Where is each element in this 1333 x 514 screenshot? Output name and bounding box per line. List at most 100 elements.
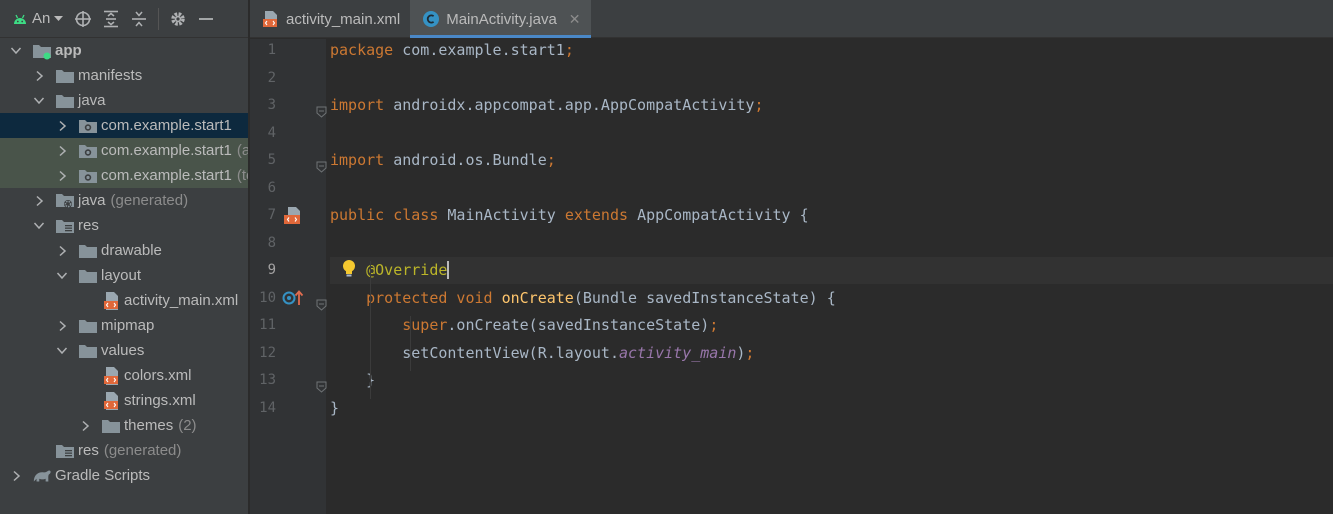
chevron-right-icon[interactable] (56, 113, 68, 138)
gutter-line[interactable]: 8 (250, 230, 326, 257)
code-line[interactable] (330, 230, 1333, 257)
tree-item-values[interactable]: values (0, 338, 248, 363)
code-line[interactable] (330, 65, 1333, 92)
gutter-line[interactable]: 6 (250, 175, 326, 202)
tree-item-colors-xml[interactable]: colors.xml (0, 363, 248, 388)
code-line[interactable] (330, 175, 1333, 202)
chevron-right-icon[interactable] (10, 463, 22, 488)
gutter-line[interactable]: 11 (250, 312, 326, 339)
gutter-line[interactable]: 9 (250, 257, 326, 284)
tree-item-label: Gradle Scripts (55, 467, 151, 484)
line-number: 5 (267, 152, 276, 168)
chevron-down-icon[interactable] (33, 213, 45, 238)
tree-item-activity-main-xml[interactable]: activity_main.xml (0, 288, 248, 313)
tree-item-res[interactable]: res (generated) (0, 438, 248, 463)
gutter-line[interactable]: 12 (250, 340, 326, 367)
tree-item-gradle-scripts[interactable]: Gradle Scripts (0, 463, 248, 488)
line-number: 4 (267, 124, 276, 141)
chevron-down-icon[interactable] (56, 338, 68, 363)
gutter-line[interactable]: 3 (250, 92, 327, 119)
gutter-line[interactable]: 2 (250, 65, 326, 92)
code-token: package (330, 41, 403, 59)
chevron-right-icon[interactable] (56, 138, 68, 163)
settings-button[interactable] (164, 5, 192, 33)
code-line[interactable]: } (330, 395, 1333, 422)
generated-folder-icon (55, 188, 75, 213)
tree-item-drawable[interactable]: drawable (0, 238, 248, 263)
code-token: setContentView(R.layout. (330, 343, 619, 362)
tree-item-layout[interactable]: layout (0, 263, 248, 288)
tree-item-com-example-start1[interactable]: com.example.start1 (ar (0, 138, 248, 163)
tab-main-activity-java[interactable]: MainActivity.java ✕ (410, 0, 591, 38)
code-line[interactable]: @Override (330, 257, 1333, 284)
tree-item-app[interactable]: app (0, 38, 248, 63)
gutter-line[interactable]: 10 (250, 285, 327, 312)
tree-item-label: mipmap (101, 317, 155, 334)
code-line[interactable]: super.onCreate(savedInstanceState); (330, 312, 1333, 339)
chevron-right-icon[interactable] (33, 63, 45, 88)
code-token: public class (330, 206, 448, 224)
chevron-right-icon[interactable] (56, 238, 68, 263)
chevron-right-icon[interactable] (33, 188, 45, 213)
gutter-line[interactable]: 5 (250, 147, 327, 174)
line-number: 11 (259, 317, 276, 333)
tree-item-mipmap[interactable]: mipmap (0, 313, 248, 338)
chevron-right-icon[interactable] (56, 313, 68, 338)
tree-item-label: themes (124, 417, 174, 434)
indent-guide (410, 316, 411, 371)
code-area[interactable]: package com.example.start1; import androi… (330, 39, 1333, 514)
code-line[interactable]: setContentView(R.layout.activity_main); (330, 340, 1333, 367)
code-token: } (330, 398, 340, 417)
chevron-right-icon[interactable] (79, 413, 91, 438)
module-folder-icon (32, 38, 52, 63)
code-token: protected void (366, 288, 502, 307)
tree-item-manifests[interactable]: manifests (0, 63, 248, 88)
tab-label: activity_main.xml (286, 10, 401, 28)
tree-item-label: com.example.start1 (101, 167, 232, 184)
tree-item-java[interactable]: java (generated) (0, 188, 248, 213)
tree-item-themes[interactable]: themes (2) (0, 413, 248, 438)
project-view-selector[interactable]: An (12, 10, 64, 27)
code-line[interactable]: import android.os.Bundle; (330, 147, 1333, 174)
code-line[interactable]: } (330, 367, 1333, 394)
code-line[interactable]: import androidx.appcompat.app.AppCompatA… (330, 92, 1333, 119)
code-token: import (330, 96, 394, 114)
hide-panel-button[interactable] (192, 5, 220, 33)
tab-activity-main-xml[interactable]: activity_main.xml (250, 0, 410, 38)
code-token: activity_main (618, 343, 737, 362)
package-icon (78, 163, 98, 188)
gutter-line[interactable]: 1 (250, 37, 326, 64)
chevron-down-icon[interactable] (33, 88, 45, 113)
gutter-line[interactable]: 7 (250, 202, 326, 229)
gutter-line[interactable]: 14 (250, 395, 326, 422)
tree-item-label: com.example.start1 (101, 142, 232, 159)
gutter-line[interactable]: 4 (250, 120, 326, 147)
expand-all-button[interactable] (97, 5, 125, 33)
indent-guide (370, 261, 371, 399)
locate-file-button[interactable] (69, 5, 97, 33)
tree-item-java[interactable]: java (0, 88, 248, 113)
gutter-line[interactable]: 13 (250, 367, 327, 394)
folder-icon (78, 238, 98, 263)
tree-item-com-example-start1[interactable]: com.example.start1 (te (0, 163, 248, 188)
code-line[interactable] (330, 120, 1333, 147)
close-tab-icon[interactable]: ✕ (569, 11, 581, 28)
chevron-down-icon[interactable] (10, 38, 22, 63)
code-line[interactable]: package com.example.start1; (330, 37, 1333, 64)
tree-item-com-example-start1[interactable]: com.example.start1 (0, 113, 248, 138)
chevron-right-icon[interactable] (56, 163, 68, 188)
tree-item-label: res (78, 217, 99, 234)
tree-item-strings-xml[interactable]: strings.xml (0, 388, 248, 413)
code-editor[interactable]: 1 2 3 4 5 6 7 8 9 10 11 12 13 14 package com.example.… (250, 39, 1333, 514)
tab-label: MainActivity.java (446, 10, 557, 28)
collapse-all-button[interactable] (125, 5, 153, 33)
tree-item-res[interactable]: res (0, 213, 248, 238)
android-icon (14, 14, 26, 24)
editor-tab-bar: activity_main.xml MainActivity.java ✕ (250, 0, 1333, 38)
chevron-down-icon[interactable] (56, 263, 68, 288)
code-line[interactable]: protected void onCreate(Bundle savedInst… (330, 285, 1333, 312)
code-line[interactable]: public class MainActivity extends AppCom… (330, 202, 1333, 229)
